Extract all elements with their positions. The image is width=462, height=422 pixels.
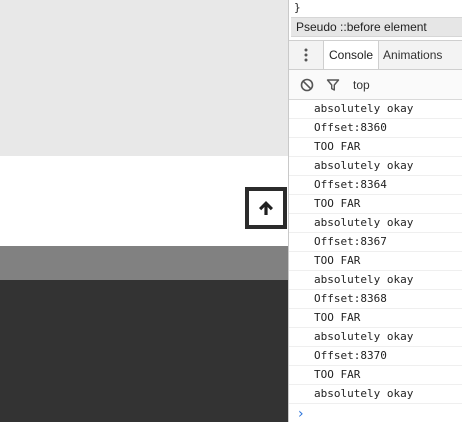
console-message: TOO FAR	[289, 252, 462, 271]
console-message: TOO FAR	[289, 366, 462, 385]
console-message: TOO FAR	[289, 195, 462, 214]
console-message: Offset:8367	[289, 233, 462, 252]
kebab-menu-icon	[304, 48, 308, 62]
console-message: absolutely okay	[289, 100, 462, 119]
console-message: Offset:8360	[289, 119, 462, 138]
filter-icon	[326, 78, 340, 91]
console-messages: absolutely okay Offset:8360 TOO FAR absolut…	[289, 100, 462, 404]
console-message: Offset:8368	[289, 290, 462, 309]
web-page	[0, 0, 288, 422]
console-message: absolutely okay	[289, 328, 462, 347]
styles-closing-brace: }	[289, 0, 462, 17]
scroll-to-top-button[interactable]	[245, 187, 287, 229]
page-section-dark	[0, 280, 288, 422]
clear-console-icon	[300, 78, 314, 91]
console-message: absolutely okay	[289, 385, 462, 404]
devtools-panel: } Pseudo ::before element Console Animat…	[288, 0, 462, 422]
tab-animations[interactable]: Animations	[379, 41, 446, 69]
console-message: TOO FAR	[289, 138, 462, 157]
console-message: Offset:8370	[289, 347, 462, 366]
arrow-up-icon	[259, 201, 273, 215]
page-section-grey	[0, 246, 288, 280]
drawer-tabbar: Console Animations	[289, 40, 462, 70]
clear-console-button[interactable]	[297, 75, 317, 95]
filter-button[interactable]	[323, 75, 343, 95]
page-section-light	[0, 0, 288, 156]
console-message: absolutely okay	[289, 157, 462, 176]
pseudo-element-header[interactable]: Pseudo ::before element	[291, 17, 462, 37]
prompt-chevron-icon: ›	[298, 406, 304, 422]
more-tabs-button[interactable]	[289, 41, 323, 69]
context-selector[interactable]: top	[353, 78, 370, 92]
console-message: absolutely okay	[289, 214, 462, 233]
tab-console[interactable]: Console	[323, 41, 380, 69]
console-message: Offset:8364	[289, 176, 462, 195]
console-toolbar: top	[289, 70, 462, 100]
console-message: absolutely okay	[289, 271, 462, 290]
console-prompt[interactable]: ›	[289, 404, 462, 422]
console-message: TOO FAR	[289, 309, 462, 328]
